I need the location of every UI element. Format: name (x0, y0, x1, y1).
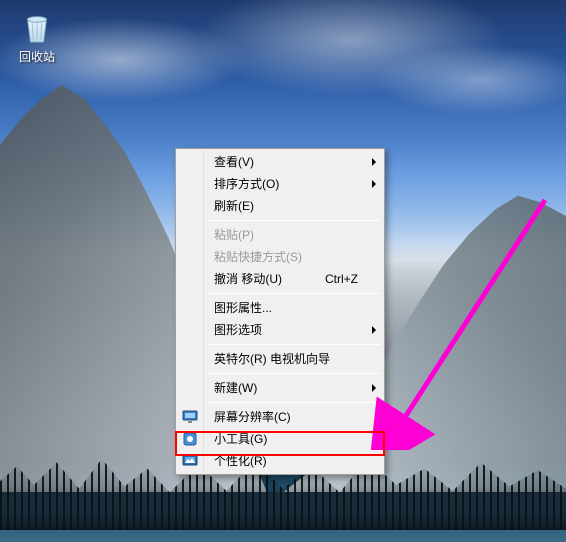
menu-graphics-properties[interactable]: 图形属性... (206, 297, 382, 319)
menu-separator (208, 293, 380, 294)
submenu-arrow-icon (372, 180, 376, 188)
menu-separator (208, 220, 380, 221)
menu-paste: 粘贴(P) (206, 224, 382, 246)
menu-intel-tv-wizard-label: 英特尔(R) 电视机向导 (214, 352, 330, 366)
menu-sort-by[interactable]: 排序方式(O) (206, 173, 382, 195)
menu-graphics-options[interactable]: 图形选项 (206, 319, 382, 341)
menu-refresh-label: 刷新(E) (214, 199, 254, 213)
menu-paste-shortcut-label: 粘贴快捷方式(S) (214, 250, 302, 264)
menu-new[interactable]: 新建(W) (206, 377, 382, 399)
desktop-context-menu: 查看(V) 排序方式(O) 刷新(E) 粘贴(P) 粘贴快捷方式(S) 撤消 移… (175, 148, 385, 475)
menu-undo-move[interactable]: 撤消 移动(U) Ctrl+Z (206, 268, 382, 290)
personalize-icon (182, 453, 198, 469)
menu-paste-shortcut: 粘贴快捷方式(S) (206, 246, 382, 268)
menu-screen-resolution[interactable]: 屏幕分辨率(C) (206, 406, 382, 428)
display-icon (182, 409, 198, 425)
menu-graphics-properties-label: 图形属性... (214, 301, 272, 315)
menu-separator (208, 373, 380, 374)
menu-screen-resolution-label: 屏幕分辨率(C) (214, 410, 291, 424)
menu-paste-label: 粘贴(P) (214, 228, 254, 242)
menu-graphics-options-label: 图形选项 (214, 323, 262, 337)
recycle-bin-icon (18, 8, 56, 46)
menu-undo-move-label: 撤消 移动(U) (214, 272, 282, 286)
submenu-arrow-icon (372, 326, 376, 334)
menu-refresh[interactable]: 刷新(E) (206, 195, 382, 217)
recycle-bin-label: 回收站 (10, 48, 64, 65)
submenu-arrow-icon (372, 158, 376, 166)
menu-undo-shortcut: Ctrl+Z (325, 268, 358, 290)
submenu-arrow-icon (372, 384, 376, 392)
menu-sort-label: 排序方式(O) (214, 177, 279, 191)
menu-separator (208, 344, 380, 345)
menu-view[interactable]: 查看(V) (206, 151, 382, 173)
menu-intel-tv-wizard[interactable]: 英特尔(R) 电视机向导 (206, 348, 382, 370)
menu-view-label: 查看(V) (214, 155, 254, 169)
recycle-bin-desktop-icon[interactable]: 回收站 (10, 8, 64, 65)
menu-separator (208, 402, 380, 403)
menu-gadgets-label: 小工具(G) (214, 432, 267, 446)
gadget-icon (182, 431, 198, 447)
menu-personalize-label: 个性化(R) (214, 454, 267, 468)
menu-new-label: 新建(W) (214, 381, 257, 395)
menu-personalize[interactable]: 个性化(R) (206, 450, 382, 472)
menu-gadgets[interactable]: 小工具(G) (206, 428, 382, 450)
